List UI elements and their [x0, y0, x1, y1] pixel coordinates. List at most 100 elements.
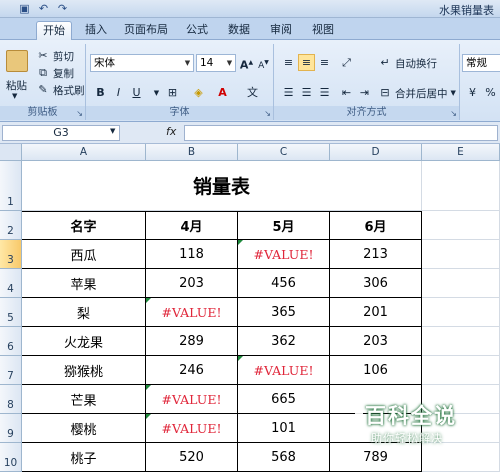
wrap-text-button[interactable]: ↵ 自动换行: [378, 55, 437, 71]
table-cell[interactable]: 213: [330, 240, 422, 269]
sheet-title[interactable]: 销量表: [22, 161, 422, 211]
tab-formulas[interactable]: 公式: [180, 21, 214, 40]
align-middle-icon[interactable]: ≡: [298, 54, 315, 71]
tab-view[interactable]: 视图: [306, 21, 340, 40]
cell-e6[interactable]: [422, 327, 500, 356]
border-icon[interactable]: ⊞: [164, 84, 181, 101]
cell-e2[interactable]: [422, 211, 500, 240]
table-cell[interactable]: 568: [238, 443, 330, 472]
tab-data[interactable]: 数据: [222, 21, 256, 40]
row-header-2[interactable]: 2: [0, 211, 22, 240]
format-painter-button[interactable]: ✎ 格式刷: [36, 82, 84, 98]
tab-page-layout[interactable]: 页面布局: [120, 21, 172, 40]
table-cell[interactable]: 456: [238, 269, 330, 298]
alignment-launcher-icon[interactable]: ↘: [450, 109, 457, 118]
align-right-icon[interactable]: ☰: [316, 84, 333, 101]
error-cell[interactable]: #VALUE!: [238, 356, 330, 385]
shrink-font-icon[interactable]: A▼: [255, 54, 272, 71]
table-cell[interactable]: 火龙果: [22, 327, 146, 356]
font-name-combo[interactable]: 宋体 ▼: [90, 54, 194, 72]
column-header-c[interactable]: C: [238, 144, 330, 161]
cell-e5[interactable]: [422, 298, 500, 327]
header-april[interactable]: 4月: [146, 211, 238, 240]
cell-e4[interactable]: [422, 269, 500, 298]
error-cell[interactable]: #VALUE!: [146, 414, 238, 443]
table-cell[interactable]: 101: [238, 414, 330, 443]
table-cell[interactable]: 520: [146, 443, 238, 472]
font-color-icon[interactable]: A: [214, 84, 231, 101]
column-header-e[interactable]: E: [422, 144, 500, 161]
grow-font-icon[interactable]: A▲: [238, 54, 255, 72]
decrease-indent-icon[interactable]: ⇤: [338, 84, 355, 101]
table-cell[interactable]: 362: [238, 327, 330, 356]
select-all-corner[interactable]: [0, 144, 22, 161]
table-cell[interactable]: 西瓜: [22, 240, 146, 269]
underline-dropdown-icon[interactable]: ▼: [148, 84, 165, 101]
phonetic-icon[interactable]: 文: [244, 84, 261, 101]
row-header-9[interactable]: 9: [0, 414, 22, 443]
orientation-icon[interactable]: ⤢: [338, 54, 355, 71]
align-center-icon[interactable]: ☰: [298, 84, 315, 101]
redo-icon[interactable]: ↷: [56, 2, 69, 15]
table-cell[interactable]: 365: [238, 298, 330, 327]
column-header-d[interactable]: D: [330, 144, 422, 161]
row-header-4[interactable]: 4: [0, 269, 22, 298]
row-header-5[interactable]: 5: [0, 298, 22, 327]
table-cell[interactable]: 芒果: [22, 385, 146, 414]
table-cell[interactable]: 201: [330, 298, 422, 327]
error-cell[interactable]: #VALUE!: [238, 240, 330, 269]
align-bottom-icon[interactable]: ≡: [316, 54, 333, 71]
table-cell[interactable]: 106: [330, 356, 422, 385]
table-cell[interactable]: 203: [146, 269, 238, 298]
cut-button[interactable]: ✂ 剪切: [36, 48, 74, 64]
cell-e3[interactable]: [422, 240, 500, 269]
increase-indent-icon[interactable]: ⇥: [356, 84, 373, 101]
error-cell[interactable]: #VALUE!: [146, 385, 238, 414]
table-cell[interactable]: 203: [330, 327, 422, 356]
formula-input[interactable]: [184, 125, 498, 141]
align-top-icon[interactable]: ≡: [280, 54, 297, 71]
tab-home[interactable]: 开始: [36, 21, 72, 40]
cell-e1[interactable]: [422, 161, 500, 211]
paste-dropdown-icon[interactable]: ▼: [12, 92, 17, 100]
tab-insert[interactable]: 插入: [78, 21, 114, 40]
bold-button[interactable]: B: [92, 84, 109, 101]
underline-button[interactable]: U: [128, 84, 145, 101]
paste-button[interactable]: 粘贴: [6, 78, 27, 93]
table-cell[interactable]: 桃子: [22, 443, 146, 472]
currency-icon[interactable]: ¥: [464, 84, 481, 101]
cell-e7[interactable]: [422, 356, 500, 385]
merge-center-button[interactable]: ⊟ 合并后居中 ▼: [378, 85, 456, 101]
table-cell[interactable]: 梨: [22, 298, 146, 327]
error-cell[interactable]: #VALUE!: [146, 298, 238, 327]
percent-icon[interactable]: %: [482, 84, 499, 101]
name-box[interactable]: G3: [2, 125, 120, 141]
table-cell[interactable]: 猕猴桃: [22, 356, 146, 385]
save-icon[interactable]: ▣: [18, 2, 31, 15]
tab-review[interactable]: 审阅: [264, 21, 298, 40]
table-cell[interactable]: 樱桃: [22, 414, 146, 443]
font-launcher-icon[interactable]: ↘: [264, 109, 271, 118]
align-left-icon[interactable]: ☰: [280, 84, 297, 101]
table-cell[interactable]: 118: [146, 240, 238, 269]
column-header-b[interactable]: B: [146, 144, 238, 161]
table-cell[interactable]: 306: [330, 269, 422, 298]
font-size-combo[interactable]: 14 ▼: [196, 54, 236, 72]
column-header-a[interactable]: A: [22, 144, 146, 161]
fill-color-icon[interactable]: ◈: [190, 84, 207, 101]
row-header-1[interactable]: 1: [0, 161, 22, 211]
clipboard-launcher-icon[interactable]: ↘: [76, 109, 83, 118]
row-header-10[interactable]: 10: [0, 443, 22, 472]
table-cell[interactable]: 246: [146, 356, 238, 385]
undo-icon[interactable]: ↶: [37, 2, 50, 15]
row-header-3[interactable]: 3: [0, 240, 22, 269]
number-format-combo[interactable]: 常规: [462, 54, 500, 72]
paste-icon[interactable]: [6, 50, 28, 72]
table-cell[interactable]: 665: [238, 385, 330, 414]
insert-function-button[interactable]: fx: [166, 125, 176, 138]
header-june[interactable]: 6月: [330, 211, 422, 240]
italic-button[interactable]: I: [110, 84, 127, 101]
name-box-dropdown-icon[interactable]: ▼: [110, 127, 115, 135]
copy-button[interactable]: ⧉ 复制: [36, 65, 74, 81]
row-header-7[interactable]: 7: [0, 356, 22, 385]
